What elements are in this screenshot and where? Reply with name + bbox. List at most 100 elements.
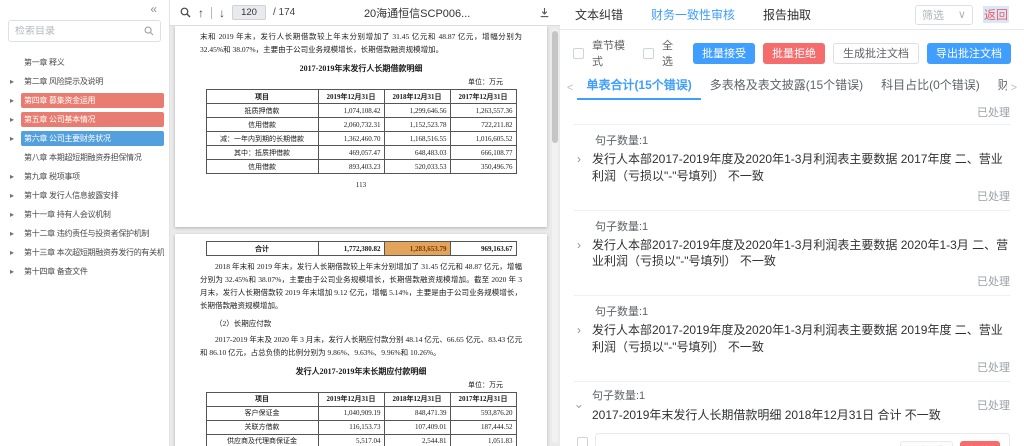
- sidebar-item-label: 第四章 募集资金运用: [21, 93, 164, 108]
- expand-arrow-icon[interactable]: ▸: [10, 210, 21, 219]
- filter-select[interactable]: 筛选 ∨: [914, 4, 973, 25]
- sidebar-item[interactable]: ▸ 第二章 风险提示及说明: [0, 72, 169, 91]
- page-number-input[interactable]: [232, 5, 266, 20]
- status-badge: 已处理: [977, 276, 1010, 289]
- export-annotation-doc-button[interactable]: 导出批注文档: [927, 42, 1011, 64]
- pdf-subheading: （2）长期应付款: [215, 318, 272, 328]
- pdf-unit-label: 单位：万元: [468, 78, 503, 87]
- error-item[interactable]: 句子数量:1 › 发行人本部2017-2019年度及2020年1-3月利润表主要…: [574, 211, 1010, 297]
- chevron-down-icon[interactable]: ›: [571, 401, 588, 411]
- sidebar-item[interactable]: ▸ 第十一章 持有人会议机制: [0, 205, 169, 224]
- table-row: 信用借款 2,060,732.31 1,152,523.78 722,211.82: [205, 117, 517, 133]
- status-badge: 已处理: [977, 361, 1010, 374]
- batch-action-toolbar: 章节模式 全选 批量接受 批量拒绝 生成批注文档 导出批注文档: [560, 30, 1024, 74]
- zoom-icon[interactable]: [180, 7, 191, 18]
- subtab-active[interactable]: 单表合计(15个错误): [577, 76, 701, 100]
- error-item-expanded[interactable]: › 句子数量:1 2017-2019年末发行人长期借款明细 2018年12月31…: [571, 382, 1010, 446]
- tab-financial-consistency[interactable]: 财务一致性审核: [651, 6, 735, 23]
- detail-card: 1. 已接受 拒绝 合计=抵质押借款 +减：一年内到期的长期借款=1,299,6…: [595, 432, 1010, 446]
- table-cell: 722,211.82: [449, 117, 517, 133]
- error-item-partial[interactable]: 已处理: [574, 100, 1010, 125]
- sidebar-item[interactable]: ▸ 第十四章 备查文件: [0, 262, 169, 281]
- search-box[interactable]: [8, 20, 161, 42]
- batch-accept-button[interactable]: 批量接受: [693, 42, 755, 64]
- search-input[interactable]: [15, 25, 140, 37]
- table-cell: 520,033.53: [383, 159, 451, 175]
- table-header-cell: 2017年12月31日: [449, 89, 517, 105]
- subtab-item[interactable]: 科目占比(0个错误): [872, 76, 989, 100]
- tab-report-extraction[interactable]: 报告抽取: [763, 6, 811, 23]
- error-item[interactable]: 句子数量:1 › 发行人本部2017-2019年度及2020年1-3月利润表主要…: [574, 296, 1010, 382]
- table-row: 合计 1,772,380.82 1,283,653.79 969,163.67: [205, 241, 517, 256]
- subtab-item[interactable]: 财务指标核算(18个错误): [989, 76, 1007, 100]
- sidebar-item-label: 第十二章 违约责任与投资者保护机制: [24, 229, 150, 238]
- page-up-icon[interactable]: ↑: [198, 7, 204, 19]
- sidebar-item-label: 第九章 税项事项: [24, 172, 80, 181]
- table-cell: 893,403.23: [317, 159, 385, 175]
- expand-arrow-icon[interactable]: ▸: [10, 267, 21, 276]
- accepted-button[interactable]: 已接受: [900, 440, 953, 446]
- scrollbar-track[interactable]: [552, 29, 558, 443]
- scrollbar-thumb[interactable]: [552, 31, 558, 143]
- status-badge: 已处理: [977, 107, 1010, 119]
- expand-arrow-icon[interactable]: ▸: [10, 172, 21, 181]
- sidebar-item[interactable]: ▸ 第十二章 违约责任与投资者保护机制: [0, 224, 169, 243]
- scroll-right-icon[interactable]: >: [1007, 82, 1021, 100]
- loan-detail-table: 项目 2019年12月31日 2018年12月31日 2017年12月31日 抵…: [205, 89, 517, 175]
- subtab-item[interactable]: 多表格及表文披露(15个错误): [701, 76, 872, 100]
- scroll-left-icon[interactable]: <: [563, 82, 577, 100]
- expand-arrow-icon[interactable]: ▸: [10, 191, 21, 200]
- pdf-page-1: 末和 2019 年末，发行人长期借款较上年末分别增加了 31.45 亿元和 48…: [175, 26, 547, 227]
- table-row: 供应商及代理商保证金 5,517.04 2,544.81 1,051.83: [205, 433, 517, 446]
- expand-arrow-icon[interactable]: ▸: [10, 229, 21, 238]
- table-cell: 1,299,646.56: [383, 103, 451, 119]
- table-cell: 1,362,460.70: [317, 131, 385, 147]
- table-row: 减：一年内到期的长期借款 1,362,460.70 1,168,516.55 1,01…: [205, 131, 517, 147]
- sidebar-item[interactable]: ▸ 第十三章 本次超短期融资券发行的有关机构: [0, 243, 169, 262]
- expand-arrow-icon[interactable]: ▸: [10, 134, 21, 143]
- error-item[interactable]: 句子数量:1 › 发行人本部2017-2019年度及2020年1-3月利润表主要…: [574, 125, 1010, 211]
- sidebar-item[interactable]: ▸ 第六章 公司主要财务状况: [0, 129, 169, 148]
- tab-text-correction[interactable]: 文本纠错: [575, 6, 623, 23]
- sidebar-item[interactable]: ▸ 第九章 税项事项: [0, 167, 169, 186]
- sentence-count: 句子数量:1: [595, 135, 649, 147]
- sentence-count: 句子数量:1: [595, 220, 649, 233]
- table-row: 抵质押借款 1,074,108.42 1,299,646.56 1,263,557.3…: [205, 103, 517, 119]
- table-cell: 客户保证金: [205, 405, 319, 421]
- select-all-checkbox[interactable]: [643, 47, 654, 59]
- sidebar-item[interactable]: 第八章 本期超短期融资券担保情况: [0, 148, 169, 167]
- sidebar-item[interactable]: 第一章 释义: [0, 53, 169, 72]
- expand-arrow-icon[interactable]: ▸: [10, 77, 21, 86]
- table-cell: 信用借款: [205, 117, 319, 133]
- chevron-right-icon[interactable]: ›: [574, 322, 584, 339]
- detail-checkbox[interactable]: [576, 436, 588, 446]
- back-link[interactable]: 返回: [982, 6, 1009, 23]
- batch-reject-button[interactable]: 批量拒绝: [763, 42, 825, 64]
- table-cell: 1,051.83: [449, 433, 517, 446]
- table-cell: 其中：抵质押借款: [205, 145, 319, 161]
- reject-button[interactable]: 拒绝: [960, 440, 1000, 446]
- expand-arrow-icon[interactable]: ▸: [10, 248, 21, 257]
- pdf-page-number: 113: [355, 181, 367, 190]
- sidebar-item[interactable]: ▸ 第五章 公司基本情况: [0, 110, 169, 129]
- pdf-table-title: 2017-2019年末发行人长期借款明细: [299, 64, 423, 74]
- table-cell: 供应商及代理商保证金: [205, 433, 319, 446]
- chevron-right-icon[interactable]: ›: [574, 237, 584, 254]
- expand-arrow-icon[interactable]: ▸: [10, 115, 21, 124]
- expand-arrow-icon[interactable]: ▸: [10, 96, 21, 105]
- document-title: 20海通恒信SCP006...: [363, 7, 471, 20]
- sidebar-item[interactable]: ▸ 第四章 募集资金运用: [0, 91, 169, 110]
- table-row: 其中：抵质押借款 469,057.47 648,483.03 666,108.77: [205, 145, 517, 161]
- generate-annotation-doc-button[interactable]: 生成批注文档: [833, 42, 919, 64]
- table-cell: 187,444.52: [449, 419, 517, 435]
- chapter-mode-checkbox[interactable]: [573, 47, 584, 59]
- payable-detail-table: 项目 2019年12月31日 2018年12月31日 2017年12月31日 客…: [205, 391, 517, 446]
- sidebar-item[interactable]: ▸ 第十章 发行人信息披露安排: [0, 186, 169, 205]
- sidebar-item-label: 第五章 公司基本情况: [21, 112, 164, 127]
- page-down-icon[interactable]: ↓: [219, 7, 225, 19]
- search-icon: [144, 26, 154, 36]
- download-icon[interactable]: [539, 7, 550, 18]
- collapse-sidebar-icon[interactable]: «: [150, 2, 157, 16]
- table-header-row: 项目 2019年12月31日 2018年12月31日 2017年12月31日: [205, 89, 517, 105]
- chevron-right-icon[interactable]: ›: [574, 151, 584, 168]
